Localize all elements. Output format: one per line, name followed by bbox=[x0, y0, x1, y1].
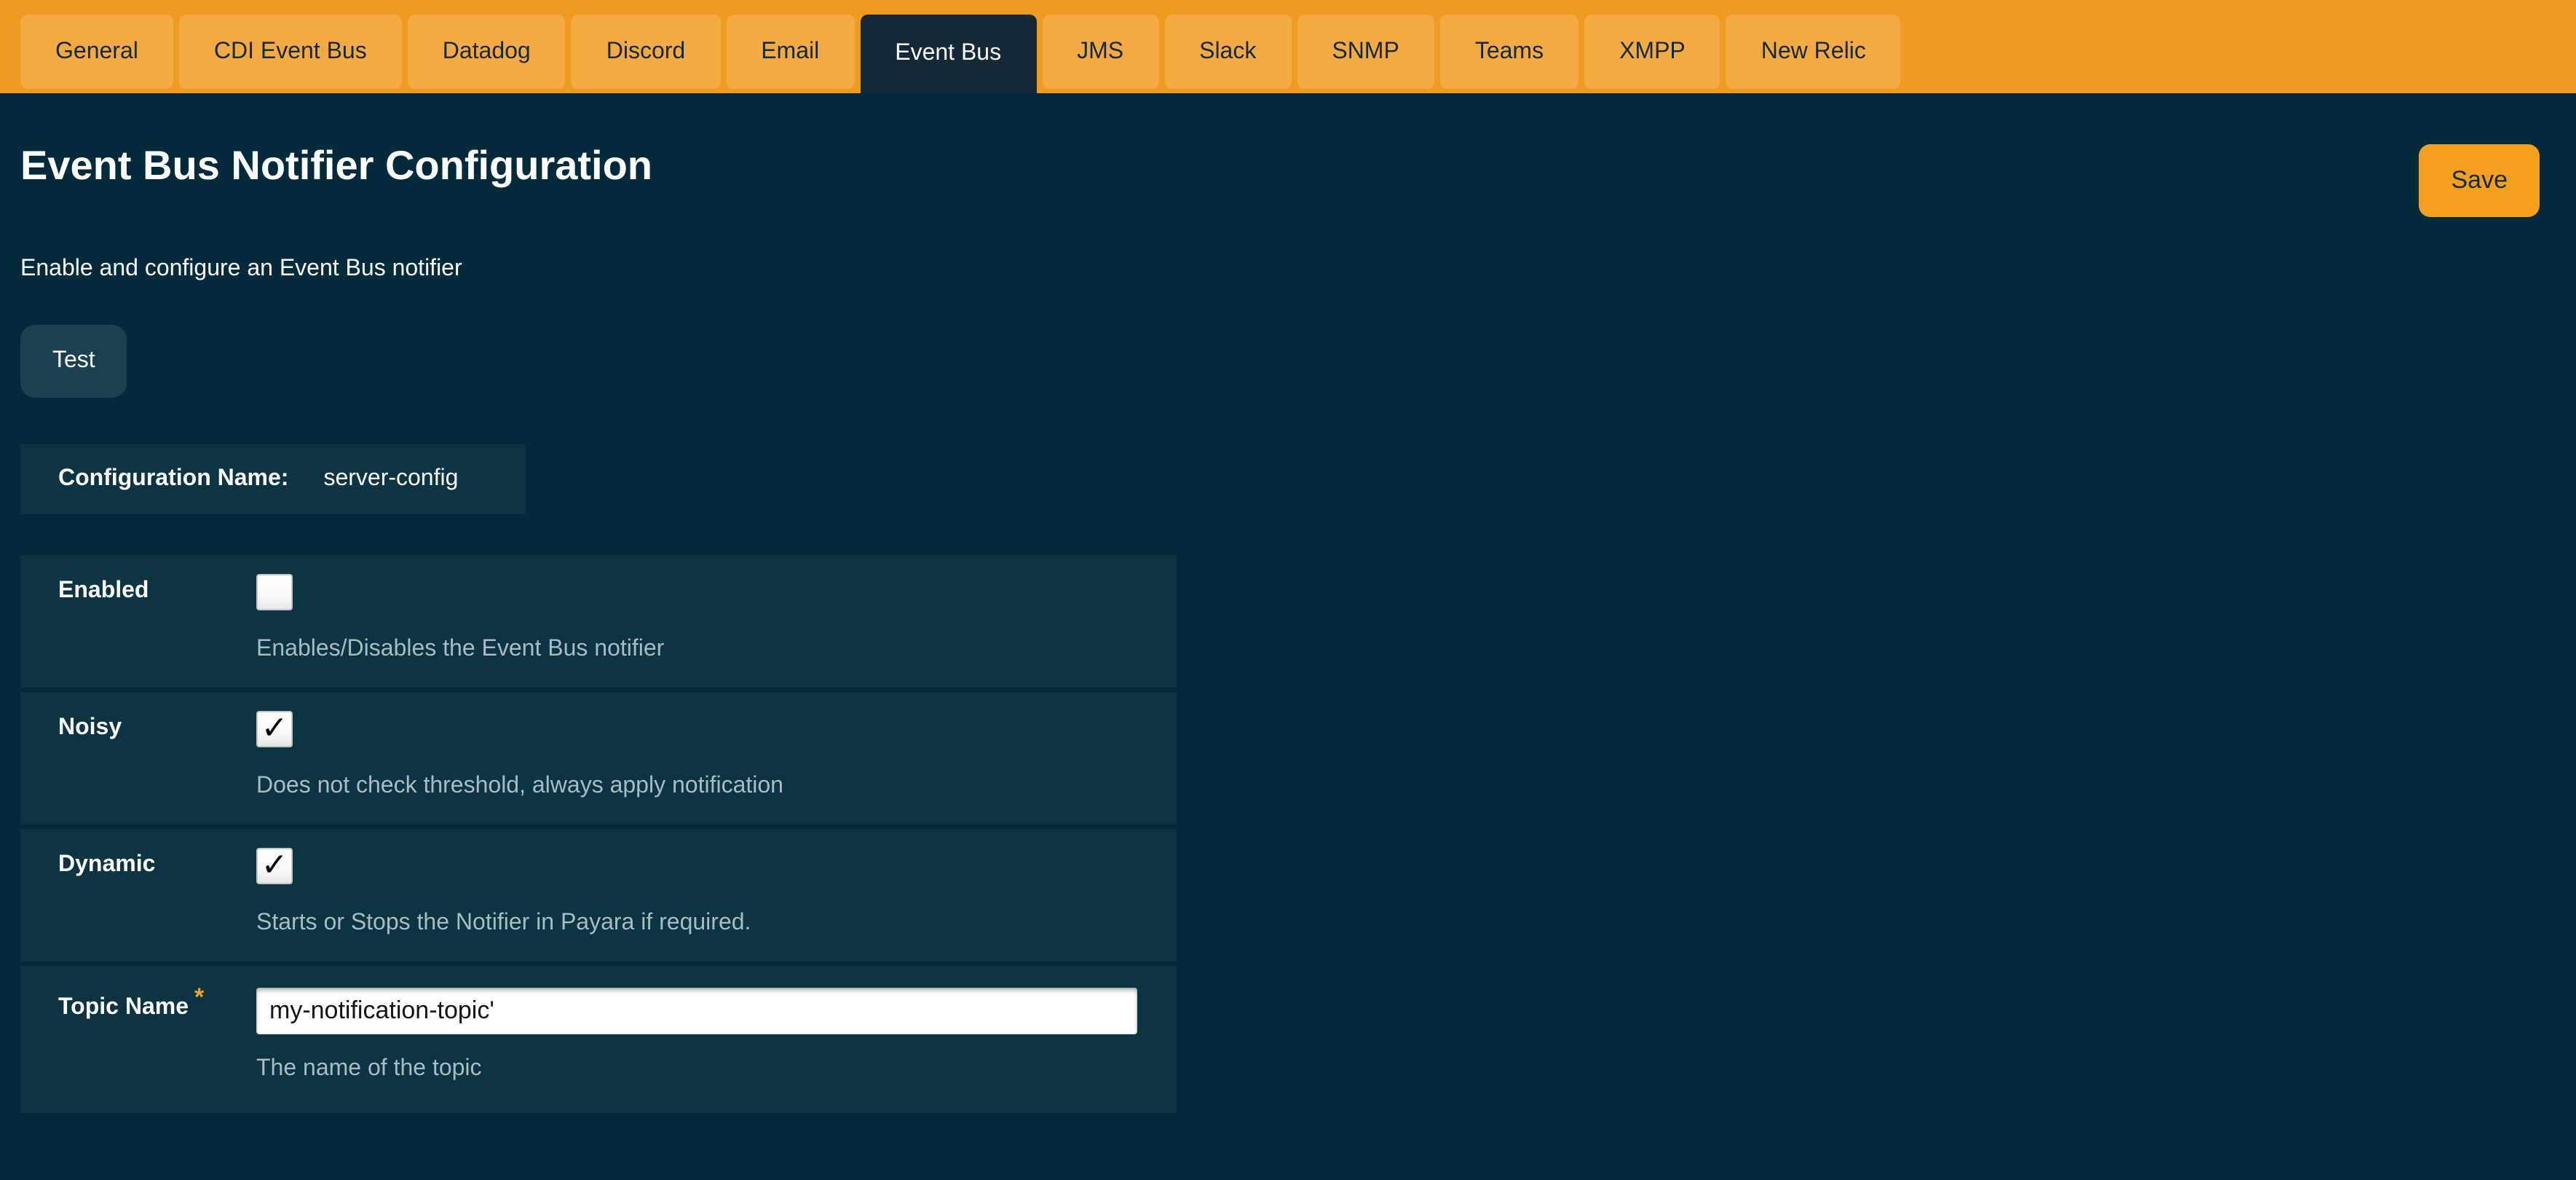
topic-name-label: Topic Name* bbox=[58, 988, 256, 1090]
config-name-value: server-config bbox=[323, 466, 458, 492]
test-button[interactable]: Test bbox=[20, 325, 127, 398]
page-header: Event Bus Notifier Configuration Save bbox=[20, 93, 2540, 217]
tab-general[interactable]: General bbox=[20, 15, 173, 89]
page-subtitle: Enable and configure an Event Bus notifi… bbox=[20, 256, 2540, 283]
enabled-control: Enables/Disables the Event Bus notifier bbox=[256, 574, 1139, 670]
config-name-label: Configuration Name: bbox=[58, 466, 288, 492]
save-button[interactable]: Save bbox=[2419, 144, 2540, 217]
tab-snmp[interactable]: SNMP bbox=[1297, 15, 1434, 89]
topic-name-control: The name of the topic bbox=[256, 988, 1139, 1090]
tab-xmpp[interactable]: XMPP bbox=[1584, 15, 1720, 89]
app-screen: General CDI Event Bus Datadog Discord Em… bbox=[0, 0, 2576, 1180]
page-content: Event Bus Notifier Configuration Save En… bbox=[0, 93, 2576, 1113]
topic-name-input[interactable] bbox=[256, 988, 1137, 1034]
noisy-help-text: Does not check threshold, always apply n… bbox=[256, 774, 1139, 800]
checkmark-icon: ✓ bbox=[261, 712, 288, 744]
topic-name-help-text: The name of the topic bbox=[256, 1056, 1139, 1082]
tab-slack[interactable]: Slack bbox=[1164, 15, 1291, 89]
tab-cdi-event-bus[interactable]: CDI Event Bus bbox=[179, 15, 402, 89]
tab-new-relic[interactable]: New Relic bbox=[1726, 15, 1901, 89]
enabled-help-text: Enables/Disables the Event Bus notifier bbox=[256, 637, 1139, 663]
notifier-form: Enabled Enables/Disables the Event Bus n… bbox=[20, 555, 1177, 1113]
form-row-noisy: Noisy ✓ Does not check threshold, always… bbox=[20, 692, 1177, 825]
config-name-row: Configuration Name: server-config bbox=[20, 444, 526, 514]
tab-datadog[interactable]: Datadog bbox=[408, 15, 566, 89]
form-row-dynamic: Dynamic ✓ Starts or Stops the Notifier i… bbox=[20, 829, 1177, 961]
dynamic-control: ✓ Starts or Stops the Notifier in Payara… bbox=[256, 848, 1139, 944]
topic-name-label-text: Topic Name bbox=[58, 995, 189, 1020]
noisy-checkbox[interactable]: ✓ bbox=[256, 711, 293, 747]
tab-event-bus[interactable]: Event Bus bbox=[860, 15, 1036, 93]
required-asterisk: * bbox=[194, 983, 204, 1011]
checkmark-icon: ✓ bbox=[261, 849, 288, 881]
tab-teams[interactable]: Teams bbox=[1440, 15, 1579, 89]
enabled-label: Enabled bbox=[58, 574, 256, 670]
dynamic-label: Dynamic bbox=[58, 848, 256, 944]
tab-email[interactable]: Email bbox=[726, 15, 854, 89]
tab-jms[interactable]: JMS bbox=[1042, 15, 1158, 89]
enabled-checkbox[interactable] bbox=[256, 574, 293, 610]
dynamic-checkbox[interactable]: ✓ bbox=[256, 848, 293, 884]
tab-discord[interactable]: Discord bbox=[572, 15, 720, 89]
form-row-enabled: Enabled Enables/Disables the Event Bus n… bbox=[20, 555, 1177, 688]
noisy-control: ✓ Does not check threshold, always apply… bbox=[256, 711, 1139, 807]
dynamic-help-text: Starts or Stops the Notifier in Payara i… bbox=[256, 910, 1139, 937]
page-title: Event Bus Notifier Configuration bbox=[20, 141, 652, 190]
notifier-tab-bar: General CDI Event Bus Datadog Discord Em… bbox=[0, 0, 2576, 93]
noisy-label: Noisy bbox=[58, 711, 256, 807]
form-row-topic-name: Topic Name* The name of the topic bbox=[20, 966, 1177, 1113]
